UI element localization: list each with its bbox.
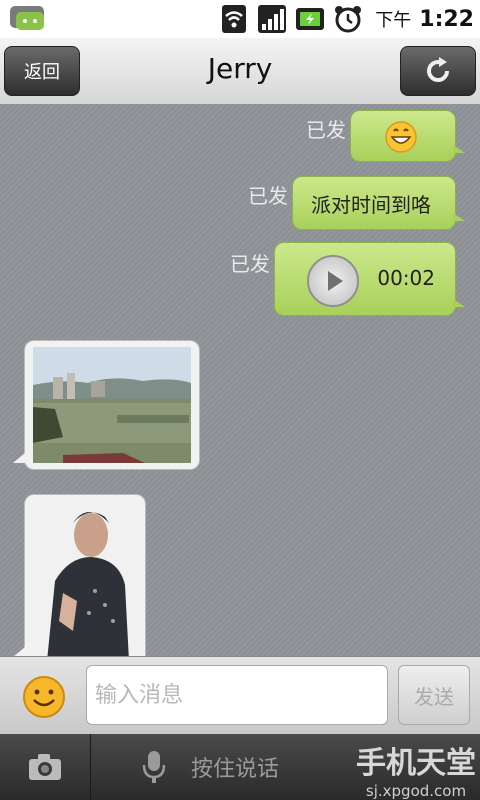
portrait-photo — [33, 501, 139, 656]
message-bubble-image[interactable] — [13, 494, 146, 656]
battery-charging-icon — [296, 8, 325, 30]
message-bubble-emoji[interactable] — [350, 110, 465, 162]
voice-play-button[interactable] — [307, 255, 359, 307]
message-text: 派对时间到咯 — [311, 193, 431, 217]
message-bubble-text[interactable]: 派对时间到咯 — [292, 176, 465, 230]
refresh-icon — [427, 57, 449, 82]
voice-duration: 00:02 — [377, 266, 435, 290]
watermark: 手机天堂 sj.xpgod.com — [356, 738, 476, 800]
chat-area[interactable]: 已发 已发 派对时间到咯 已发 00:02 — [0, 104, 480, 656]
status-bar: 下午 1:22 — [0, 0, 480, 38]
hold-to-talk-button[interactable]: 按住说话 — [91, 734, 391, 800]
sent-status: 已发 — [230, 252, 270, 276]
watermark-sub: sj.xpgod.com — [365, 782, 467, 800]
message-input[interactable] — [86, 665, 388, 725]
notification-message-icon — [10, 6, 44, 30]
wifi-icon — [222, 5, 247, 33]
time-period: 下午 — [375, 10, 412, 31]
lake-photo — [33, 347, 191, 463]
bottom-bar: 按住说话 手机天堂 sj.xpgod.com — [0, 734, 480, 800]
send-button[interactable]: 发送 — [398, 665, 470, 725]
emoji-picker-icon[interactable] — [22, 675, 66, 719]
microphone-icon — [142, 751, 166, 783]
alarm-clock-icon — [335, 6, 362, 33]
refresh-button[interactable] — [400, 46, 476, 96]
hold-to-talk-label: 按住说话 — [191, 757, 280, 782]
input-bar: 发送 — [0, 656, 480, 734]
sent-status: 已发 — [248, 184, 288, 208]
sent-status: 已发 — [306, 118, 346, 142]
message-bubble-voice[interactable]: 00:02 — [274, 242, 465, 316]
message-bubble-image[interactable] — [13, 340, 200, 470]
clock-time: 1:22 — [419, 6, 474, 32]
camera-button[interactable] — [0, 734, 91, 800]
grin-emoji-icon — [385, 121, 417, 153]
play-icon — [328, 271, 343, 291]
signal-icon — [258, 5, 287, 33]
watermark-main: 手机天堂 — [356, 746, 476, 781]
camera-icon — [29, 754, 61, 780]
title-bar: 返回 Jerry — [0, 38, 480, 105]
